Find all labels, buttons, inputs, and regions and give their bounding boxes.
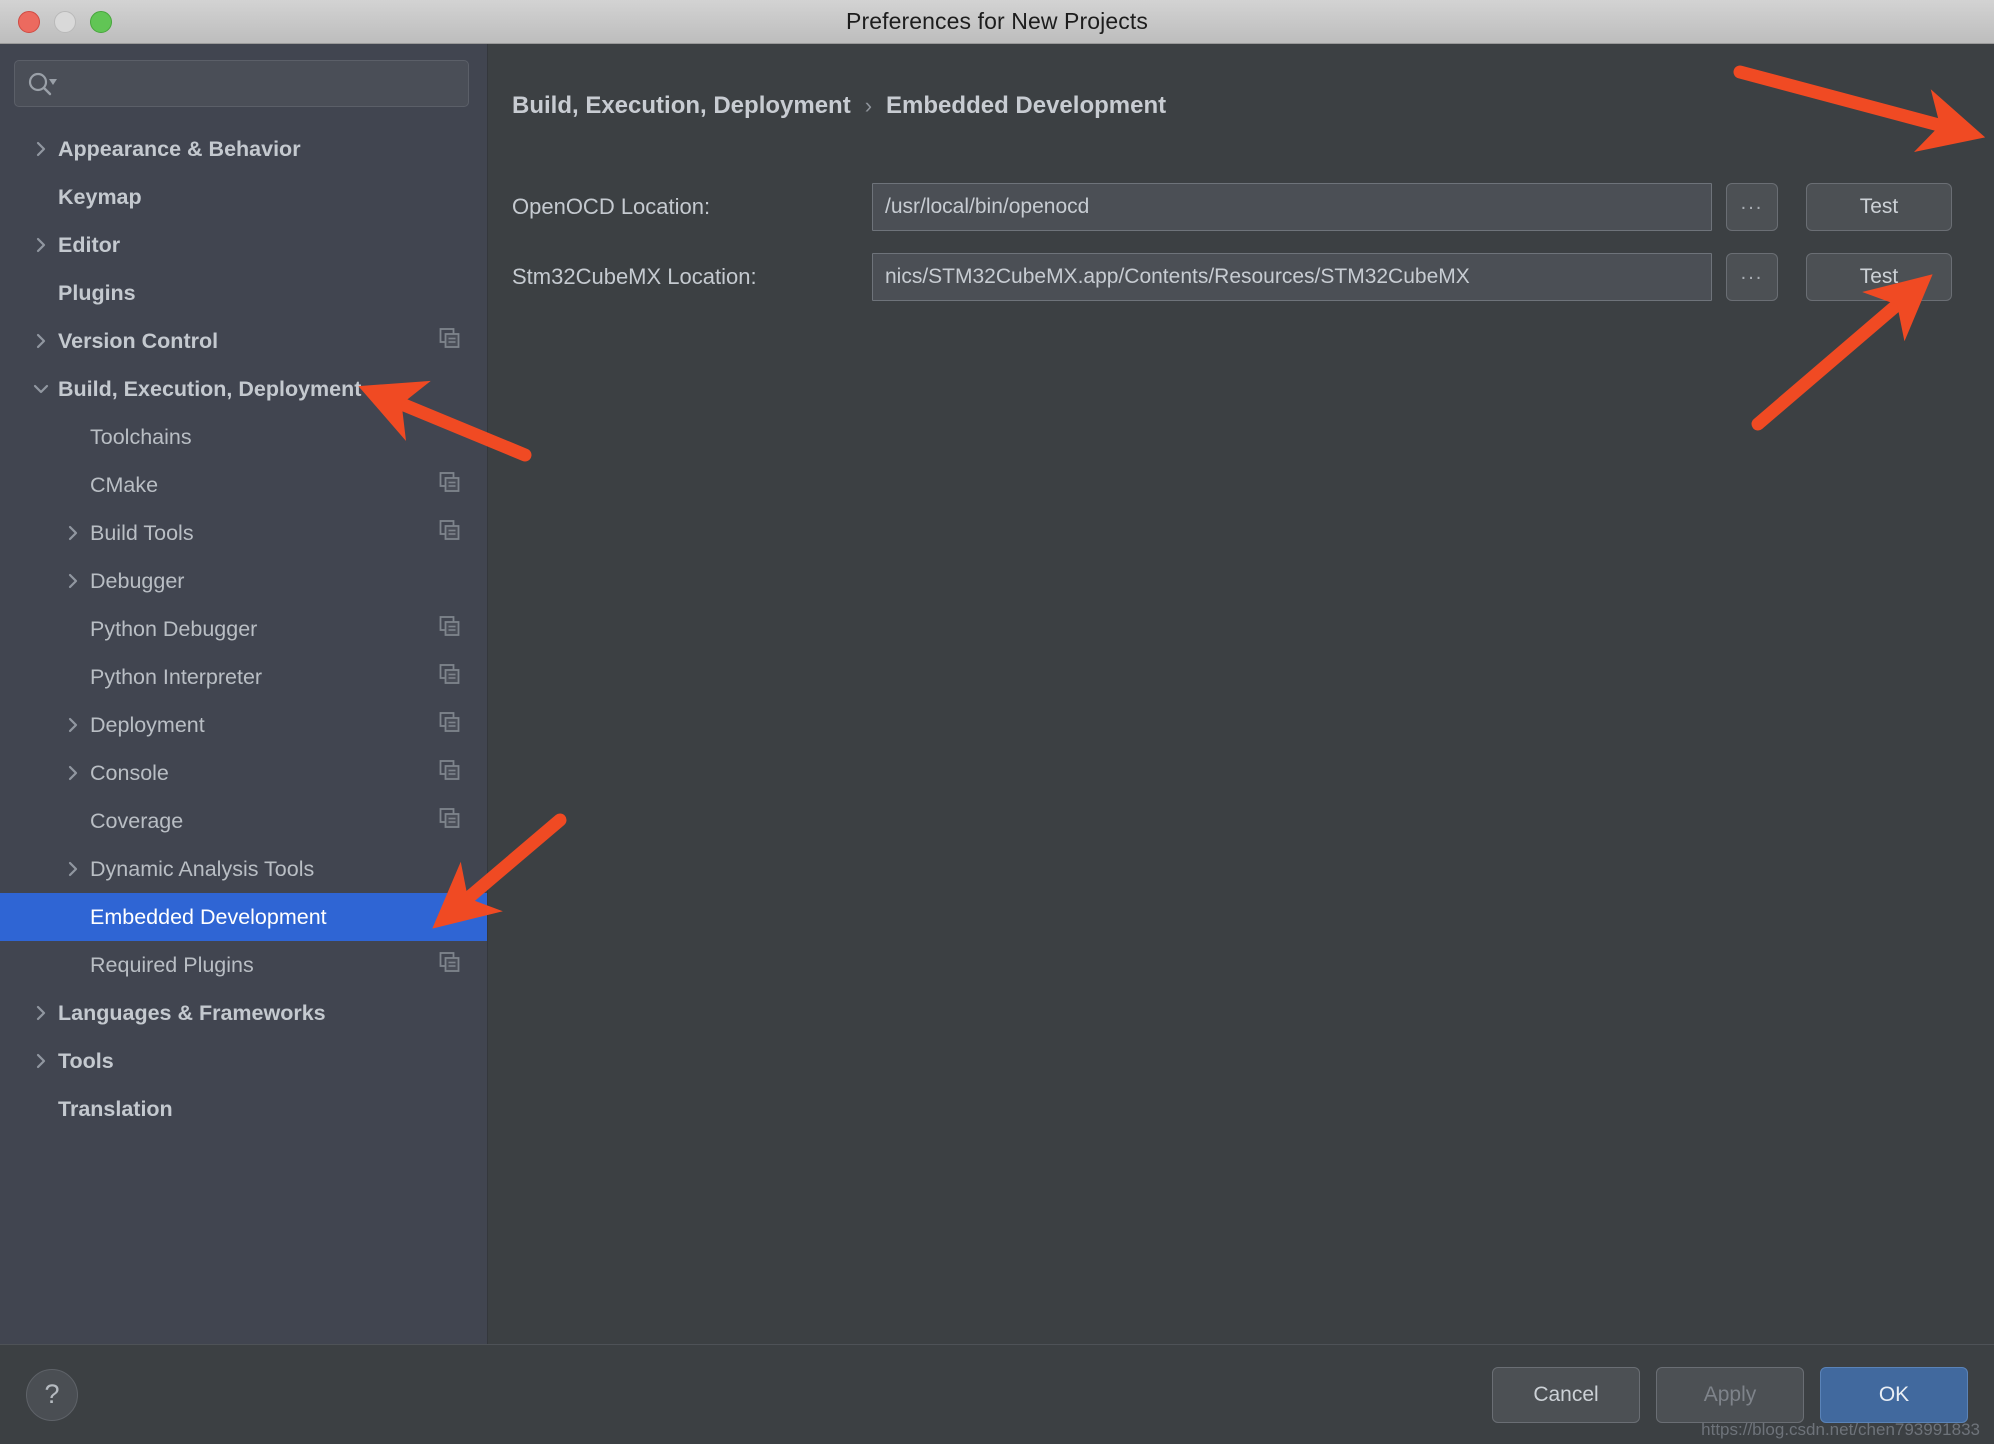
form-row: OpenOCD Location:... Test	[488, 183, 1994, 231]
sidebar-item-label: Tools	[58, 1048, 114, 1073]
copy-settings-icon	[439, 760, 461, 787]
chevron-down-icon[interactable]	[24, 381, 58, 397]
path-input[interactable]	[872, 253, 1712, 301]
sidebar-item-python-interpreter[interactable]: Python Interpreter	[0, 653, 487, 701]
sidebar-item-label: Console	[90, 760, 169, 785]
ok-button[interactable]: OK	[1820, 1366, 1968, 1423]
chevron-right-icon: ›	[864, 93, 873, 118]
chevron-right-icon[interactable]	[24, 332, 58, 350]
test-button[interactable]: Test	[1806, 183, 1952, 231]
sidebar-item-label: Deployment	[90, 712, 205, 737]
chevron-right-icon[interactable]	[56, 572, 90, 590]
chevron-right-icon[interactable]	[24, 1004, 58, 1022]
sidebar-item-label: Coverage	[90, 808, 184, 833]
sidebar-item-label: Version Control	[58, 328, 219, 353]
window-title: Preferences for New Projects	[846, 8, 1148, 34]
sidebar-item-tools[interactable]: Tools	[0, 1037, 487, 1085]
sidebar-item-plugins[interactable]: Plugins	[0, 269, 487, 317]
chevron-right-icon[interactable]	[56, 524, 90, 542]
copy-settings-icon	[439, 472, 461, 499]
copy-settings-icon	[439, 616, 461, 643]
chevron-right-icon[interactable]	[56, 764, 90, 782]
settings-tree: Appearance & Behavior Keymap Editor Plugins…	[0, 121, 487, 1344]
browse-button[interactable]: ...	[1726, 253, 1778, 301]
search-icon	[27, 71, 57, 97]
sidebar-item-label: Embedded Development	[90, 904, 327, 929]
cancel-button[interactable]: Cancel	[1492, 1366, 1640, 1423]
sidebar-item-label: Python Debugger	[90, 616, 258, 641]
title-bar: Preferences for New Projects	[0, 0, 1994, 44]
copy-settings-icon	[439, 328, 461, 355]
form-row: Stm32CubeMX Location:... Test	[488, 253, 1994, 301]
sidebar-item-label: Required Plugins	[90, 952, 254, 977]
copy-settings-icon	[439, 520, 461, 547]
sidebar-item-label: Translation	[58, 1096, 173, 1121]
sidebar-item-appearance-behavior[interactable]: Appearance & Behavior	[0, 125, 487, 173]
copy-settings-icon	[439, 808, 461, 835]
sidebar-item-coverage[interactable]: Coverage	[0, 797, 487, 845]
test-button[interactable]: Test	[1806, 253, 1952, 301]
sidebar-item-label: Plugins	[58, 280, 136, 305]
sidebar-item-label: Toolchains	[90, 424, 192, 449]
sidebar-item-dynamic-analysis-tools[interactable]: Dynamic Analysis Tools	[0, 845, 487, 893]
sidebar-item-label: CMake	[90, 472, 159, 497]
search-container	[0, 44, 487, 121]
breadcrumb-parent[interactable]: Build, Execution, Deployment	[512, 92, 851, 120]
sidebar-item-debugger[interactable]: Debugger	[0, 557, 487, 605]
sidebar-item-translation[interactable]: Translation	[0, 1085, 487, 1133]
sidebar-item-label: Dynamic Analysis Tools	[90, 856, 315, 881]
chevron-right-icon[interactable]	[56, 716, 90, 734]
sidebar-item-deployment[interactable]: Deployment	[0, 701, 487, 749]
sidebar-item-label: Build Tools	[90, 520, 194, 545]
sidebar-item-version-control[interactable]: Version Control	[0, 317, 487, 365]
apply-button[interactable]: Apply	[1656, 1366, 1804, 1423]
sidebar-item-console[interactable]: Console	[0, 749, 487, 797]
search-input[interactable]	[65, 72, 456, 95]
sidebar-item-languages-frameworks[interactable]: Languages & Frameworks	[0, 989, 487, 1037]
chevron-right-icon[interactable]	[24, 140, 58, 158]
settings-sidebar: Appearance & Behavior Keymap Editor Plugins…	[0, 44, 488, 1344]
field-label: OpenOCD Location:	[512, 194, 711, 219]
embedded-development-form: OpenOCD Location:...TestStm32CubeMX Loca…	[488, 183, 1994, 301]
sidebar-item-editor[interactable]: Editor	[0, 221, 487, 269]
sidebar-item-label: Python Interpreter	[90, 664, 263, 689]
sidebar-item-label: Build, Execution, Deployment	[58, 376, 362, 401]
browse-button[interactable]: ...	[1726, 183, 1778, 231]
copy-settings-icon	[439, 712, 461, 739]
copy-settings-icon	[439, 952, 461, 979]
sidebar-item-required-plugins[interactable]: Required Plugins	[0, 941, 487, 989]
sidebar-item-build-tools[interactable]: Build Tools	[0, 509, 487, 557]
sidebar-item-toolchains[interactable]: Toolchains	[0, 413, 487, 461]
breadcrumb-current: Embedded Development	[886, 92, 1167, 119]
watermark-text: https://blog.csdn.net/chen793991833	[1701, 1420, 1980, 1439]
sidebar-item-label: Keymap	[58, 184, 142, 209]
chevron-right-icon[interactable]	[56, 860, 90, 878]
breadcrumb: Build, Execution, Deployment › Embedded …	[512, 92, 1994, 120]
dialog-footer: ? Cancel Apply OK https://blog.csdn.net/…	[0, 1344, 1994, 1444]
field-label: Stm32CubeMX Location:	[512, 264, 757, 289]
copy-settings-icon	[439, 664, 461, 691]
chevron-right-icon[interactable]	[24, 1052, 58, 1070]
help-button[interactable]: ?	[26, 1368, 78, 1421]
preferences-dialog: Preferences for New Projects Appearance	[0, 0, 1994, 1444]
sidebar-item-label: Editor	[58, 232, 121, 257]
sidebar-item-keymap[interactable]: Keymap	[0, 173, 487, 221]
sidebar-item-label: Debugger	[90, 568, 185, 593]
sidebar-item-build-execution-deployment[interactable]: Build, Execution, Deployment	[0, 365, 487, 413]
sidebar-item-label: Appearance & Behavior	[58, 136, 301, 161]
settings-content-pane: Build, Execution, Deployment › Embedded …	[488, 44, 1994, 1344]
sidebar-item-label: Languages & Frameworks	[58, 1000, 326, 1025]
sidebar-item-cmake[interactable]: CMake	[0, 461, 487, 509]
chevron-right-icon[interactable]	[24, 236, 58, 254]
sidebar-item-embedded-development[interactable]: Embedded Development	[0, 893, 487, 941]
sidebar-item-python-debugger[interactable]: Python Debugger	[0, 605, 487, 653]
search-box[interactable]	[14, 60, 469, 107]
path-input[interactable]	[872, 183, 1712, 231]
footer-actions: Cancel Apply OK	[1492, 1366, 1968, 1423]
